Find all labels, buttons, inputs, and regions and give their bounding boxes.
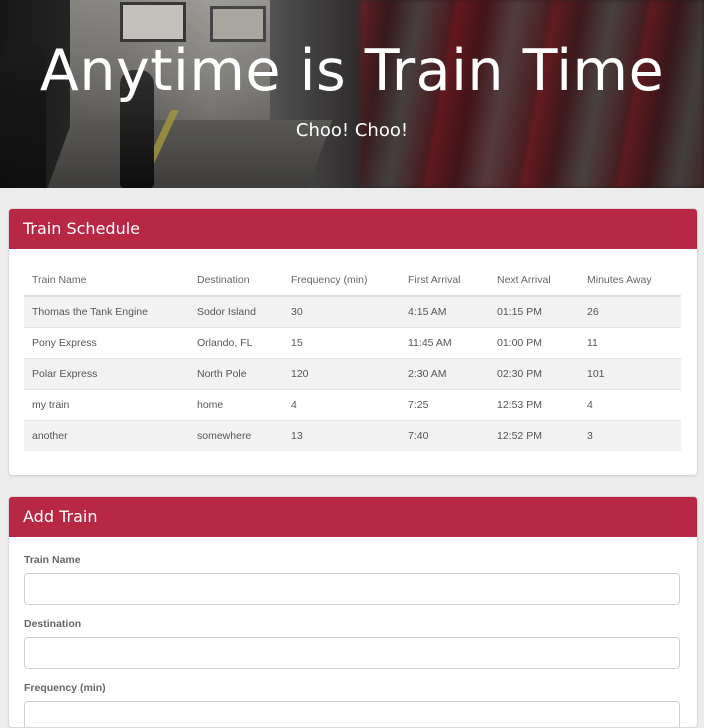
cell-next-arrival: 12:53 PM [489,389,579,421]
cell-frequency: 30 [283,295,400,328]
cell-minutes-away: 101 [579,358,681,390]
train-name-input[interactable] [24,573,680,605]
column-header-train-name: Train Name [24,265,189,297]
cell-train-name: my train [24,389,189,421]
cell-minutes-away: 11 [579,327,681,359]
column-header-next-arrival: Next Arrival [489,265,579,297]
cell-train-name: Thomas the Tank Engine [24,295,189,328]
cell-destination: Orlando, FL [189,327,283,359]
train-schedule-heading: Train Schedule [9,209,697,249]
cell-destination: somewhere [189,420,283,451]
table-row: Pony Express Orlando, FL 15 11:45 AM 01:… [24,327,681,359]
cell-train-name: another [24,420,189,451]
cell-next-arrival: 02:30 PM [489,358,579,390]
table-row: another somewhere 13 7:40 12:52 PM 3 [24,420,681,451]
table-row: my train home 4 7:25 12:53 PM 4 [24,389,681,421]
column-header-minutes-away: Minutes Away [579,265,681,297]
cell-first-arrival: 7:40 [400,420,489,451]
cell-next-arrival: 01:15 PM [489,295,579,328]
cell-next-arrival: 12:52 PM [489,420,579,451]
column-header-destination: Destination [189,265,283,297]
table-row: Thomas the Tank Engine Sodor Island 30 4… [24,295,681,328]
destination-label: Destination [24,618,82,630]
train-name-label: Train Name [24,554,81,566]
hero-banner: Anytime is Train Time Choo! Choo! [0,0,704,188]
destination-input[interactable] [24,637,680,669]
cell-frequency: 15 [283,327,400,359]
cell-first-arrival: 4:15 AM [400,295,489,328]
cell-first-arrival: 11:45 AM [400,327,489,359]
cell-minutes-away: 4 [579,389,681,421]
page-subtitle: Choo! Choo! [295,120,409,141]
cell-first-arrival: 7:25 [400,389,489,421]
column-header-frequency: Frequency (min) [283,265,400,297]
train-schedule-panel: Train Schedule Train Name Destination Fr… [8,208,698,476]
column-header-first-arrival: First Arrival [400,265,489,297]
frequency-label: Frequency (min) [24,682,106,694]
train-schedule-table: Train Name Destination Frequency (min) F… [24,265,681,451]
add-train-panel: Add Train Train Name Destination Frequen… [8,496,698,728]
cell-destination: North Pole [189,358,283,390]
table-header-row: Train Name Destination Frequency (min) F… [24,265,681,297]
cell-destination: home [189,389,283,421]
cell-destination: Sodor Island [189,295,283,328]
frequency-input[interactable] [24,701,680,727]
page-title: Anytime is Train Time [39,38,665,104]
cell-first-arrival: 2:30 AM [400,358,489,390]
cell-frequency: 4 [283,389,400,421]
table-row: Polar Express North Pole 120 2:30 AM 02:… [24,358,681,390]
cell-next-arrival: 01:00 PM [489,327,579,359]
cell-train-name: Pony Express [24,327,189,359]
cell-minutes-away: 26 [579,295,681,328]
cell-train-name: Polar Express [24,358,189,390]
cell-frequency: 13 [283,420,400,451]
cell-frequency: 120 [283,358,400,390]
add-train-heading: Add Train [9,497,697,537]
cell-minutes-away: 3 [579,420,681,451]
